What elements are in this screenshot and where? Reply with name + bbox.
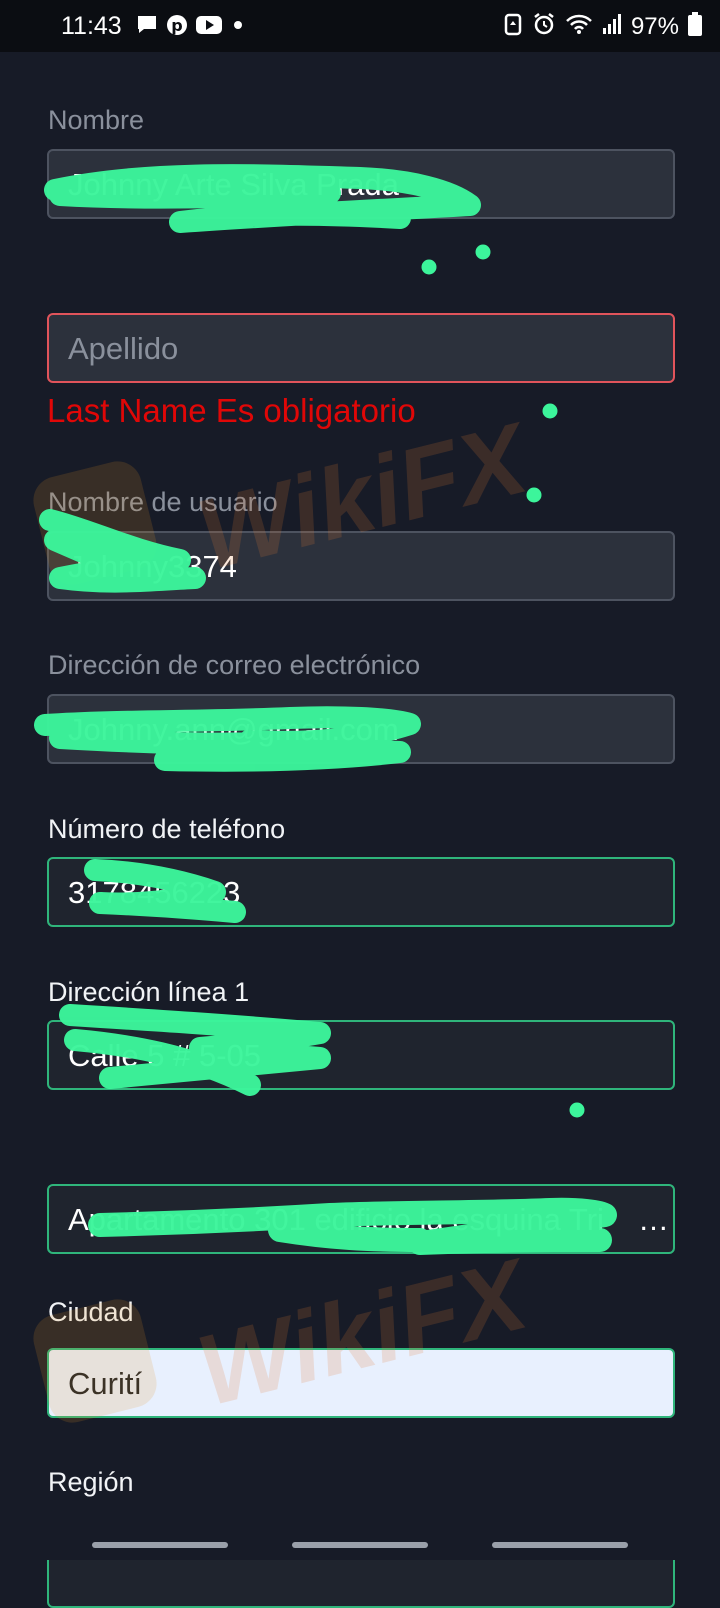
svg-text:p: p	[171, 16, 182, 35]
telefono-input[interactable]: 3178456223	[47, 857, 675, 927]
telefono-value: 3178456223	[68, 875, 241, 910]
battery-icon	[688, 12, 702, 41]
nav-pill-right[interactable]	[492, 1542, 628, 1548]
alarm-icon	[532, 12, 556, 41]
youtube-icon	[196, 15, 222, 40]
region-label: Región	[48, 1467, 134, 1497]
data-saver-icon	[503, 12, 523, 41]
dot-icon	[230, 17, 246, 38]
nombre-input[interactable]: Johnny Arte Silva Prada	[47, 149, 675, 219]
notification-icons: p	[136, 14, 246, 41]
direccion2-input[interactable]: Apartamento 301 edificio la esquina Tri …	[47, 1184, 675, 1254]
nombre-value: Johnny Arte Silva Prada	[68, 167, 399, 202]
telefono-label: Número de teléfono	[48, 814, 286, 844]
direccion1-value: Calle 5 # 5-05	[68, 1038, 262, 1073]
battery-percent: 97%	[630, 12, 679, 40]
nav-pill-left[interactable]	[92, 1542, 228, 1548]
chat-icon	[136, 14, 158, 41]
status-bar: 11:43 p 97%	[0, 0, 720, 52]
correo-value: Johnny.ann@gmail.com	[68, 712, 399, 747]
apellido-placeholder: Apellido	[68, 331, 179, 366]
correo-input[interactable]: Johnny.ann@gmail.com	[47, 694, 675, 764]
direccion1-label: Dirección línea 1	[48, 977, 250, 1007]
usuario-value: Johnny3374	[68, 549, 237, 584]
direccion2-value: Apartamento 301 edificio la esquina Tri	[68, 1202, 604, 1237]
apellido-error-message: Last Name Es obligatorio	[47, 392, 416, 429]
direccion1-input[interactable]: Calle 5 # 5-05	[47, 1020, 675, 1090]
text-overflow-ellipsis: …	[638, 1202, 669, 1237]
correo-label: Dirección de correo electrónico	[48, 650, 421, 680]
status-time: 11:43	[61, 12, 122, 40]
nav-pill-center[interactable]	[292, 1542, 428, 1548]
apellido-input[interactable]: Apellido	[47, 313, 675, 383]
navigation-bar	[0, 1532, 720, 1560]
system-icons: 97%	[503, 12, 702, 41]
signal-icon	[602, 13, 622, 40]
wifi-icon	[565, 13, 593, 40]
nombre-label: Nombre	[48, 105, 145, 135]
pinterest-icon: p	[166, 14, 188, 41]
